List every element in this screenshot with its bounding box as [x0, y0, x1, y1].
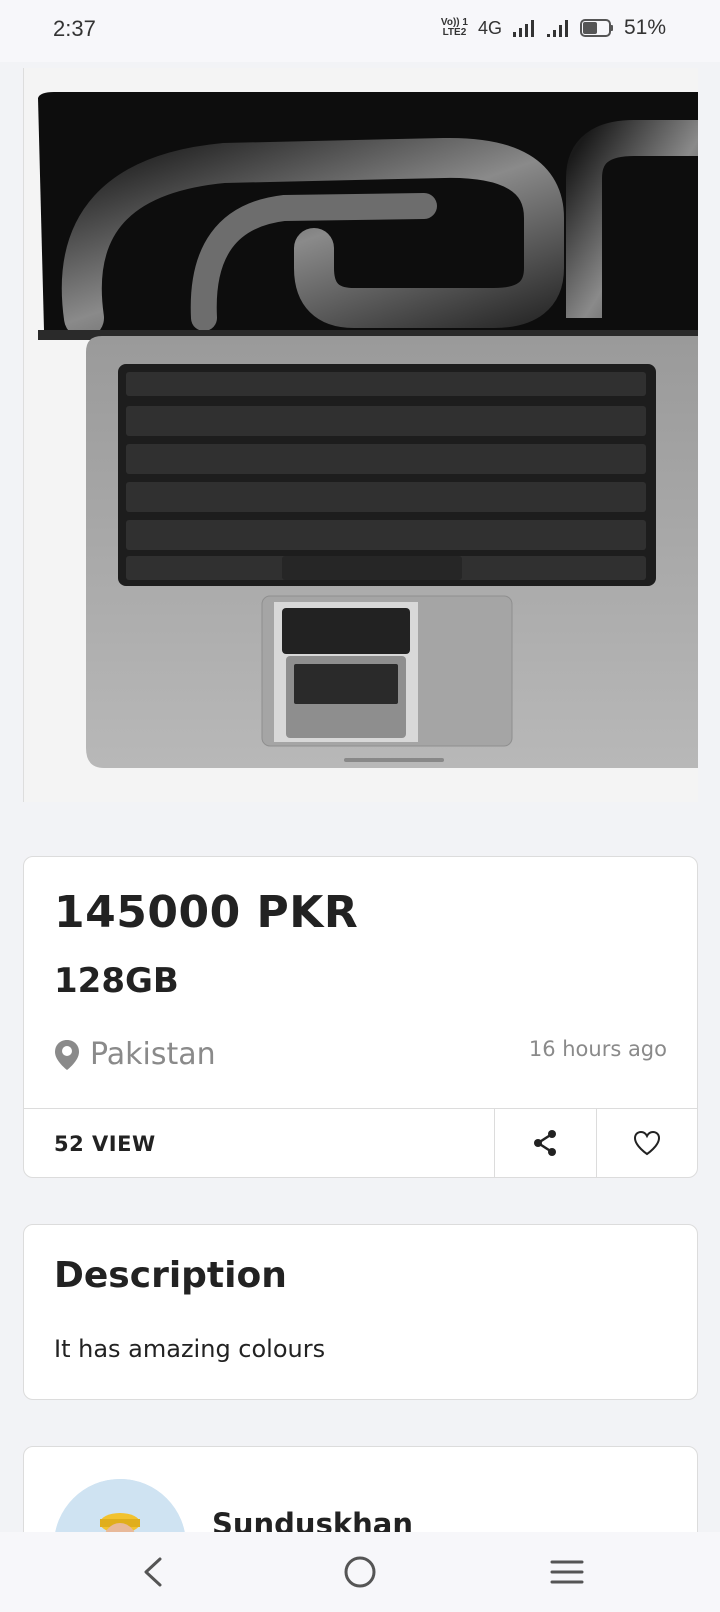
- listing-price: 145000 PKR: [54, 887, 359, 938]
- signal-icon-2: [546, 20, 568, 37]
- view-count: 52 VIEW: [54, 1132, 156, 1156]
- description-card: Description It has amazing colours: [23, 1224, 698, 1400]
- heart-icon: [633, 1130, 661, 1156]
- network-type: 4G: [477, 17, 502, 38]
- status-icons: Vo)) 1 LTE2 4G 51%: [441, 16, 666, 40]
- menu-icon: [550, 1560, 584, 1584]
- signal-icon: [512, 20, 534, 37]
- location-pin-icon: [55, 1039, 79, 1070]
- home-icon: [344, 1556, 376, 1588]
- nav-back-button[interactable]: [123, 1548, 183, 1596]
- battery-percent: 51%: [623, 16, 666, 39]
- system-nav-bar: [0, 1532, 720, 1612]
- posted-time: 16 hours ago: [528, 1037, 667, 1061]
- status-bar: 2:37 Vo)) 1 LTE2 4G 51%: [0, 0, 720, 62]
- listing-location: Pakistan: [54, 1037, 216, 1072]
- listing-title: 128GB: [54, 961, 179, 1001]
- favorite-button[interactable]: [596, 1108, 697, 1178]
- nav-home-button[interactable]: [330, 1548, 390, 1596]
- description-text: It has amazing colours: [54, 1335, 326, 1363]
- laptop-product-photo: [24, 68, 698, 802]
- location-label: Pakistan: [90, 1037, 216, 1072]
- volte-indicator: Vo)) 1 LTE2: [440, 17, 468, 38]
- listing-summary-card: 145000 PKR 128GB Pakistan 16 hours ago 5…: [23, 856, 698, 1178]
- share-icon: [534, 1130, 556, 1156]
- description-heading: Description: [54, 1255, 287, 1296]
- battery-icon: [579, 19, 613, 37]
- product-image[interactable]: [23, 68, 698, 802]
- status-time: 2:37: [53, 16, 96, 41]
- nav-menu-button[interactable]: [537, 1548, 597, 1596]
- share-button[interactable]: [494, 1108, 595, 1178]
- back-icon: [144, 1557, 162, 1587]
